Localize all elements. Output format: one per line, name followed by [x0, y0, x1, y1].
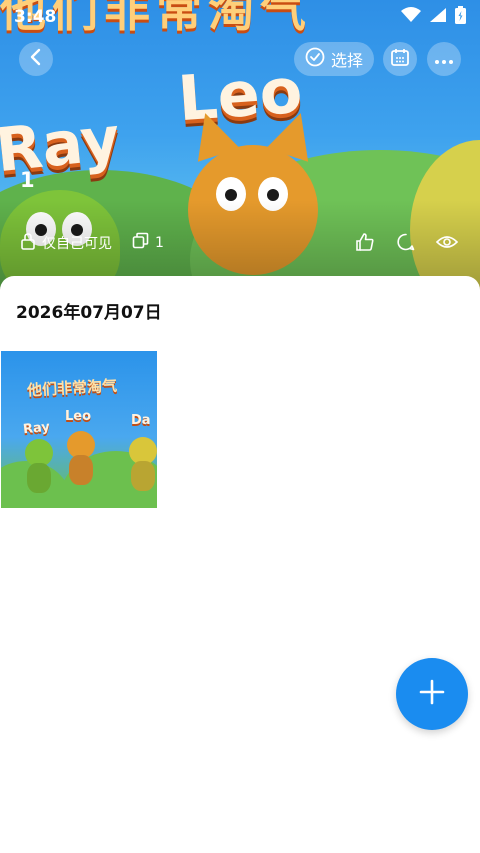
signal-icon [429, 7, 447, 27]
status-icons [401, 6, 466, 28]
album-actions [354, 231, 458, 253]
album-photo-count: 1 [20, 168, 35, 192]
check-circle-icon [305, 47, 325, 71]
copy-count[interactable]: 1 [132, 232, 164, 253]
copy-count-value: 1 [155, 234, 164, 251]
thumbnail-character [131, 461, 155, 491]
back-button[interactable] [19, 42, 53, 76]
select-button[interactable]: 选择 [294, 42, 374, 76]
visibility-setting[interactable]: 仅自己可见 [20, 232, 112, 254]
chevron-left-icon [29, 48, 43, 70]
eye-icon[interactable] [436, 231, 458, 253]
thumbnail-art-lettering: Da [131, 413, 151, 428]
thumbnail-art-lettering: 他们非常淘气 [26, 376, 118, 400]
add-photo-button[interactable] [396, 658, 468, 730]
status-bar: 3:48 [0, 0, 480, 34]
thumbnail-art-lettering: Leo [65, 409, 92, 424]
calendar-icon [390, 47, 410, 71]
thumbnail-character [27, 463, 51, 493]
thumbnail-character [69, 455, 93, 485]
content-sheet: 2026年07月07日 他们非常淘气 Ray Leo Da [0, 276, 480, 853]
calendar-button[interactable] [383, 42, 417, 76]
photo-thumbnail[interactable]: 他们非常淘气 Ray Leo Da [1, 351, 157, 508]
thumbs-up-icon[interactable] [354, 231, 376, 253]
lock-icon [20, 232, 36, 254]
copy-icon [132, 232, 149, 253]
battery-icon [455, 6, 466, 28]
status-time: 3:48 [14, 7, 57, 27]
select-label: 选择 [330, 51, 363, 70]
more-icon [434, 50, 454, 69]
more-button[interactable] [427, 42, 461, 76]
plus-icon [418, 678, 446, 710]
comment-icon[interactable] [395, 231, 417, 253]
visibility-label: 仅自己可见 [42, 236, 112, 252]
cover-art-lettering: Ray [0, 103, 124, 187]
wifi-icon [401, 7, 421, 27]
thumbnail-art-lettering: Ray [22, 419, 51, 438]
date-heading: 2026年07月07日 [16, 303, 162, 323]
